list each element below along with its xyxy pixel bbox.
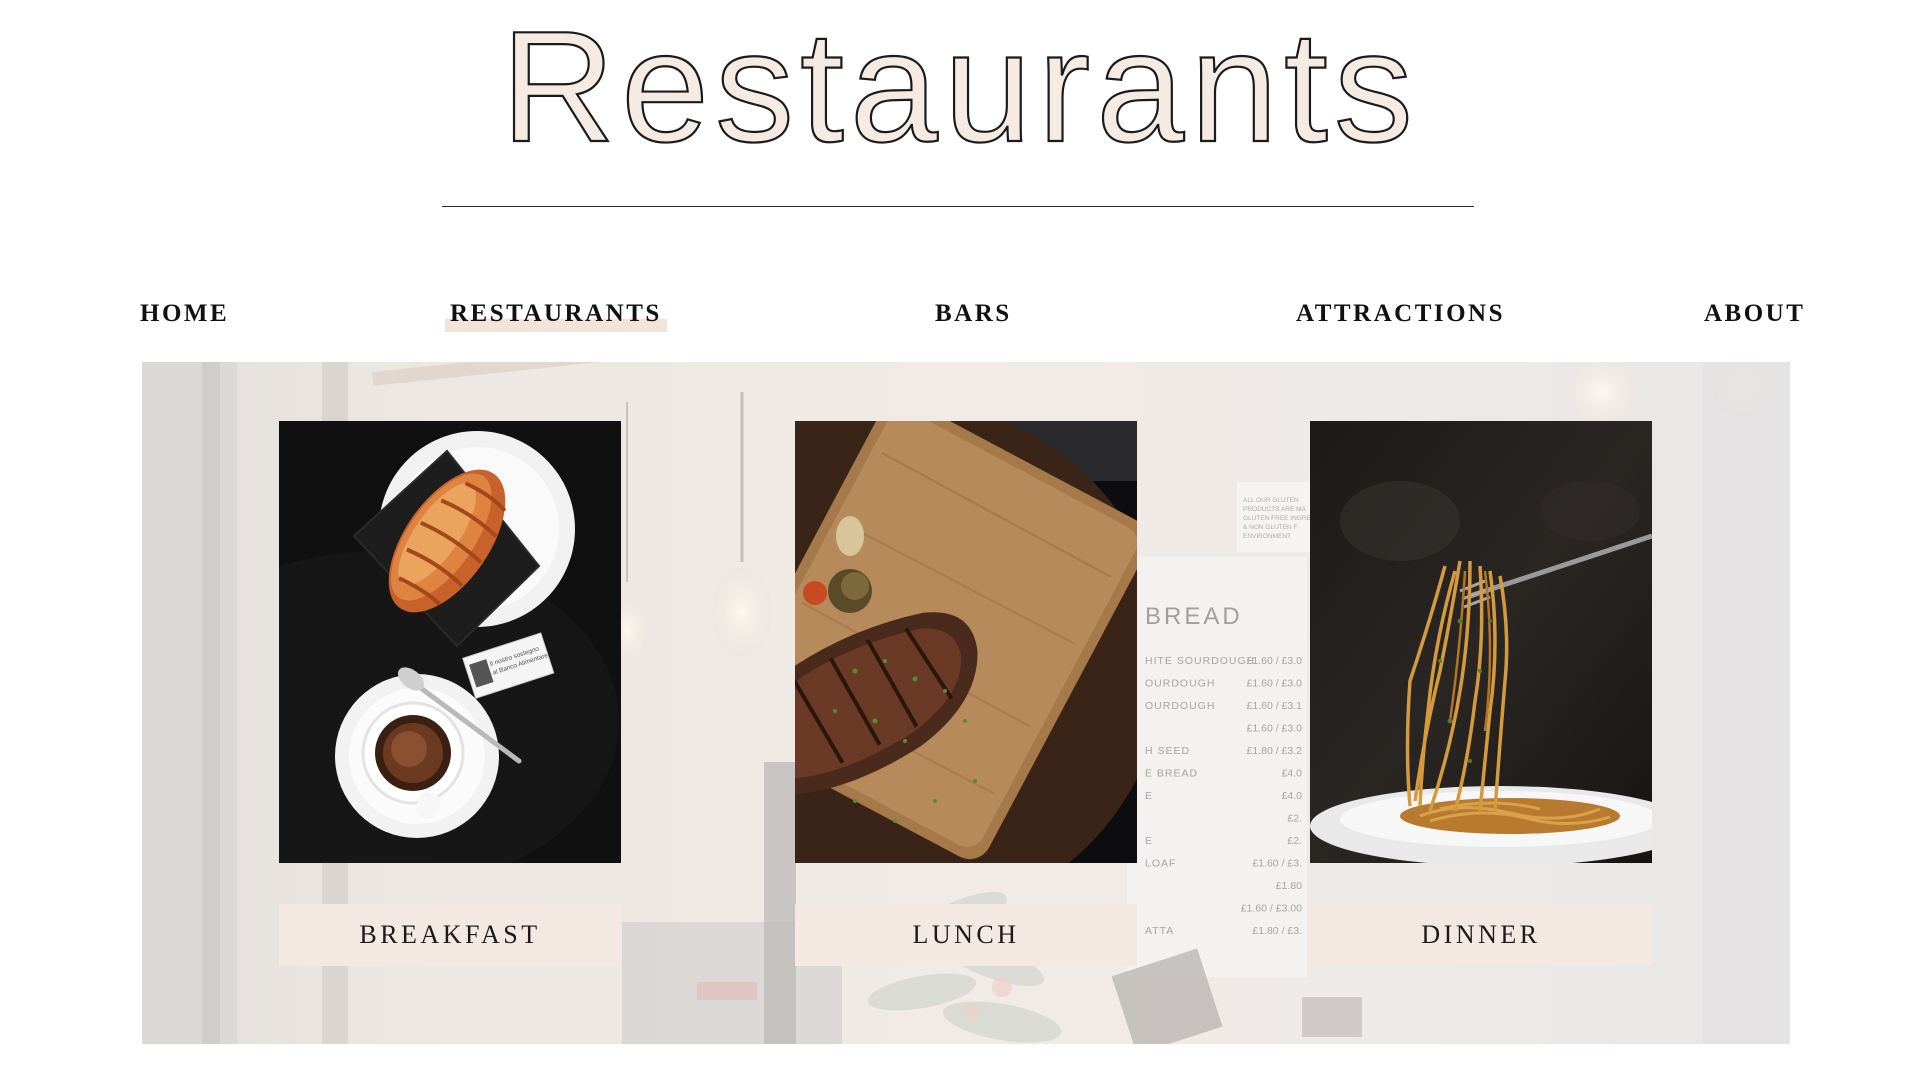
- nav-item-attractions[interactable]: ATTRACTIONS: [1296, 296, 1505, 332]
- title-divider: [442, 206, 1474, 207]
- nav-item-restaurants[interactable]: RESTAURANTS: [445, 296, 667, 332]
- lunch-button[interactable]: LUNCH: [795, 904, 1137, 966]
- nav-item-home[interactable]: HOME: [140, 296, 229, 332]
- restaurant-categories-hero: BREAD HITE SOURDOUGH £1.60 / £3.0 OURDOUGH…: [142, 362, 1790, 1044]
- page-title: Restaurants: [500, 0, 1419, 175]
- dinner-button[interactable]: DINNER: [1310, 904, 1652, 966]
- dinner-photo[interactable]: [1310, 421, 1652, 863]
- nav-item-bars[interactable]: BARS: [935, 296, 1012, 332]
- nav-item-about[interactable]: ABOUT: [1704, 296, 1805, 332]
- breakfast-button[interactable]: BREAKFAST: [279, 904, 621, 966]
- breakfast-photo[interactable]: Il nostro sostegno al Banco Alimentare: [279, 421, 621, 863]
- lunch-photo[interactable]: [795, 421, 1137, 863]
